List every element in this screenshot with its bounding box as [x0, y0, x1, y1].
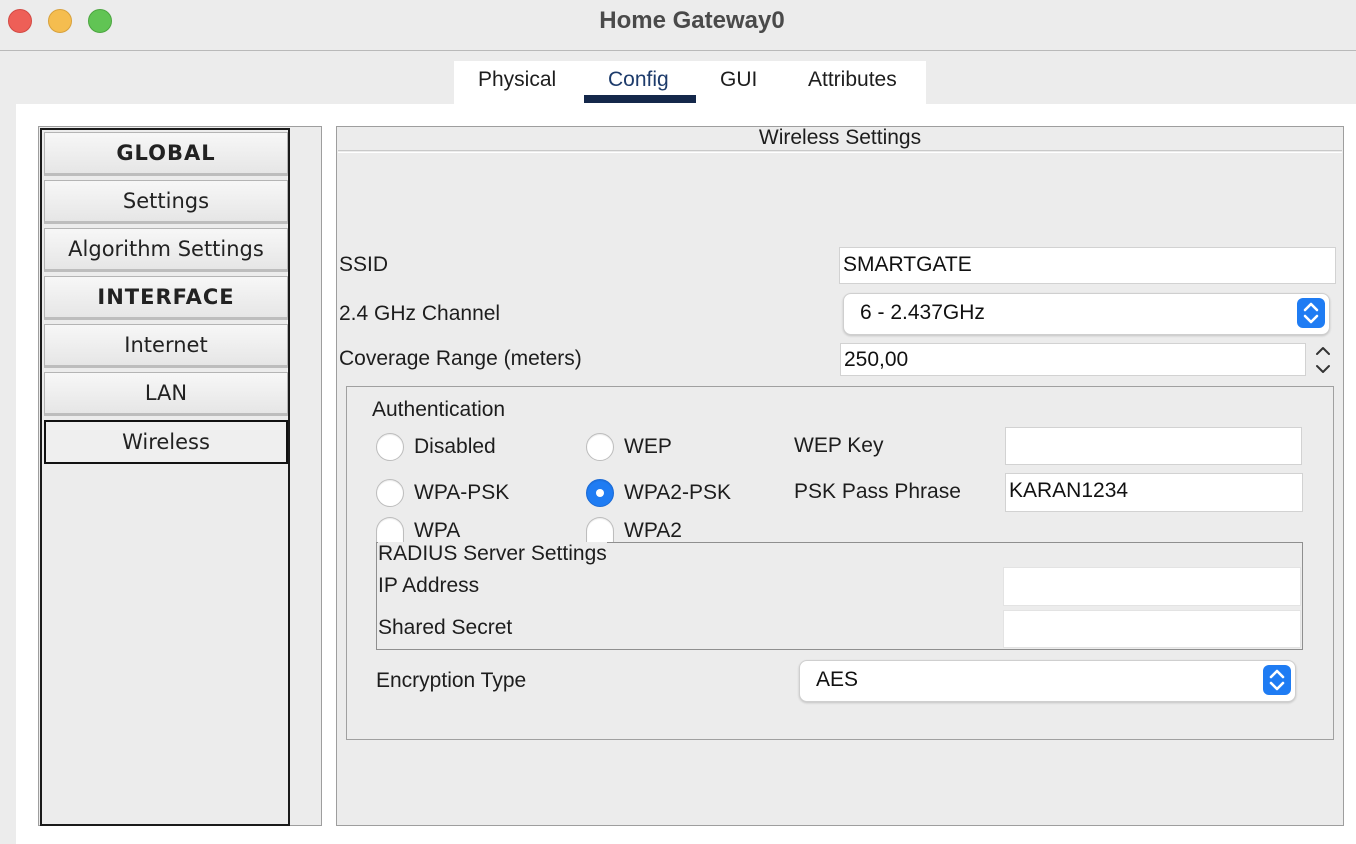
authentication-title: Authentication — [372, 398, 506, 421]
radio-wpa-psk[interactable] — [376, 479, 404, 507]
radio-wep[interactable] — [586, 433, 614, 461]
ssid-label: SSID — [339, 253, 389, 276]
psk-pass-phrase-field[interactable]: KARAN1234 — [1005, 473, 1303, 512]
channel-select[interactable]: 6 - 2.437GHz — [843, 293, 1330, 335]
radio-wpa-psk-label: WPA-PSK — [414, 481, 510, 504]
radio-wpa-label: WPA — [414, 519, 461, 542]
sidebar-item-internet[interactable]: Internet — [44, 324, 288, 368]
radio-wpa2-psk[interactable] — [586, 479, 614, 507]
title-divider-highlight — [338, 152, 1342, 153]
wep-key-field[interactable] — [1005, 427, 1302, 465]
shared-secret-label: Shared Secret — [378, 616, 513, 639]
tab-physical[interactable]: Physical — [478, 68, 556, 92]
title-bar: Home Gateway0 — [0, 0, 1356, 51]
chevron-updown-icon — [1263, 665, 1291, 695]
panel-title: Wireless Settings — [758, 126, 922, 149]
sidebar-header-global: GLOBAL — [44, 132, 288, 176]
sidebar-item-settings[interactable]: Settings — [44, 180, 288, 224]
sidebar-item-wireless[interactable]: Wireless — [44, 420, 288, 464]
coverage-field[interactable]: 250,00 — [840, 343, 1306, 376]
ip-address-label: IP Address — [378, 574, 480, 597]
sidebar-item-algorithm-settings[interactable]: Algorithm Settings — [44, 228, 288, 272]
ssid-field[interactable]: SMARTGATE — [839, 247, 1336, 284]
shared-secret-field[interactable] — [1003, 610, 1301, 648]
sidebar: GLOBAL Settings Algorithm Settings INTER… — [40, 128, 290, 826]
stepper-icon[interactable] — [1310, 342, 1336, 378]
wep-key-label: WEP Key — [794, 434, 884, 457]
sidebar-item-lan[interactable]: LAN — [44, 372, 288, 416]
channel-select-value: 6 - 2.437GHz — [860, 301, 985, 324]
radio-wpa2-psk-label: WPA2-PSK — [624, 481, 731, 504]
tab-gui[interactable]: GUI — [720, 68, 757, 92]
channel-label: 2.4 GHz Channel — [339, 302, 501, 325]
radio-wpa[interactable] — [376, 517, 404, 542]
window-title: Home Gateway0 — [599, 7, 785, 34]
encryption-type-label: Encryption Type — [376, 669, 527, 692]
radio-disabled-label: Disabled — [414, 435, 496, 458]
chevron-updown-icon — [1297, 298, 1325, 328]
radio-wpa2[interactable] — [586, 517, 614, 542]
psk-pass-phrase-label: PSK Pass Phrase — [794, 480, 961, 503]
active-tab-indicator — [584, 95, 696, 103]
tab-config[interactable]: Config — [608, 68, 669, 92]
ip-address-field[interactable] — [1003, 567, 1301, 606]
sidebar-header-interface: INTERFACE — [44, 276, 288, 320]
radio-wep-label: WEP — [624, 435, 672, 458]
tab-attributes[interactable]: Attributes — [808, 68, 897, 92]
encryption-type-select[interactable]: AES — [799, 660, 1296, 702]
radius-title: RADIUS Server Settings — [378, 542, 607, 566]
radio-wpa2-label: WPA2 — [624, 519, 682, 542]
tab-bar: Physical Config GUI Attributes — [454, 61, 926, 104]
radio-disabled[interactable] — [376, 433, 404, 461]
encryption-select-value: AES — [816, 668, 859, 691]
coverage-label: Coverage Range (meters) — [339, 347, 582, 370]
title-divider — [338, 150, 1342, 151]
